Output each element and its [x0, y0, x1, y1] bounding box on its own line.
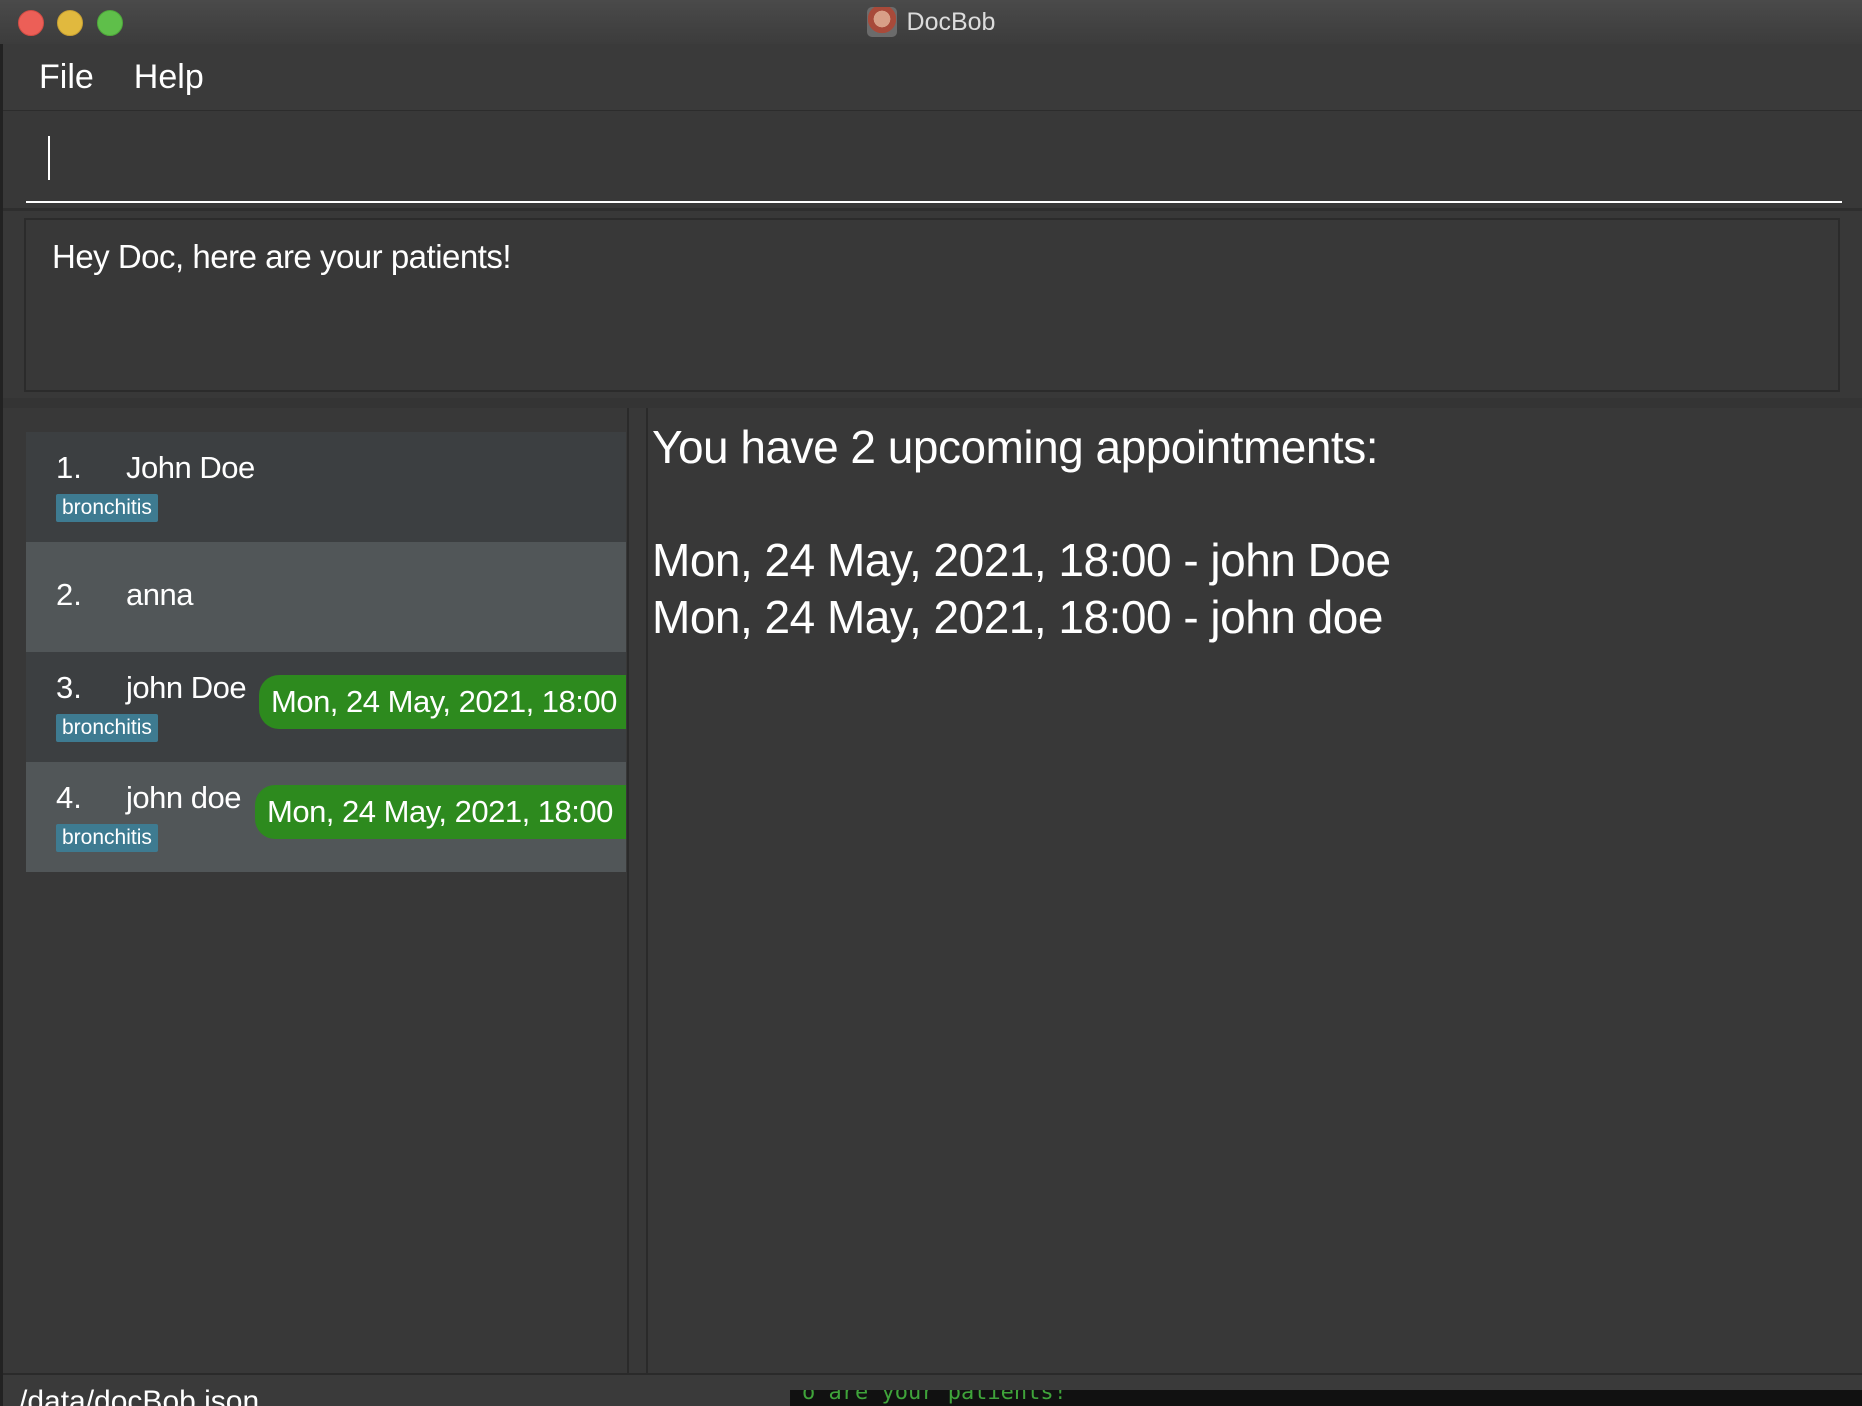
patient-tag: bronchitis [56, 824, 158, 852]
section-divider [3, 398, 1862, 408]
patient-name: john doe [126, 780, 241, 815]
appointment-line: Mon, 24 May, 2021, 18:00 - john Doe [652, 534, 1391, 586]
patient-card[interactable]: 2. anna [26, 542, 626, 652]
patient-card[interactable]: 4. john doe bronchitis Mon, 24 May, 2021… [26, 762, 626, 872]
terminal-text: o are your patients! [802, 1390, 1067, 1405]
patient-index: 1. [56, 450, 82, 485]
patient-index: 3. [56, 670, 82, 705]
patient-tag: bronchitis [56, 714, 158, 742]
window-title: DocBob [906, 7, 996, 36]
appointments-heading: You have 2 upcoming appointments: [652, 421, 1379, 473]
background-terminal: o are your patients! [790, 1390, 1862, 1406]
docbob-app-icon [866, 7, 897, 37]
appointment-badge: Mon, 24 May, 2021, 18:00 [259, 675, 626, 729]
app-window: DocBob File Help Hey Doc, here are your … [0, 0, 1862, 1406]
patient-name: john Doe [126, 670, 247, 705]
title-bar[interactable]: DocBob [0, 0, 1862, 45]
menu-bar: File Help [3, 44, 1862, 111]
patient-tag: bronchitis [56, 494, 158, 522]
patient-card[interactable]: 1. John Doe bronchitis [26, 432, 626, 542]
patient-list-panel[interactable]: 1. John Doe bronchitis 2. anna 3. john D… [3, 408, 629, 1373]
result-display: Hey Doc, here are your patients! [24, 218, 1840, 392]
patient-name: anna [126, 577, 193, 612]
window-title-wrap: DocBob [0, 0, 1862, 44]
appointments-panel: You have 2 upcoming appointments: Mon, 2… [646, 408, 1862, 1373]
result-message: Hey Doc, here are your patients! [52, 238, 512, 275]
command-box-area [3, 111, 1862, 211]
text-caret [48, 136, 50, 180]
appointment-badge: Mon, 24 May, 2021, 18:00 [255, 785, 626, 839]
patient-card[interactable]: 3. john Doe bronchitis Mon, 24 May, 2021… [26, 652, 626, 762]
patient-index: 4. [56, 780, 82, 815]
menu-file[interactable]: File [39, 58, 94, 97]
save-file-path: /data/docBob.json [19, 1385, 260, 1406]
command-input[interactable] [26, 135, 1842, 203]
patient-index: 2. [56, 577, 82, 612]
patient-name: John Doe [126, 450, 255, 485]
menu-help[interactable]: Help [134, 58, 204, 97]
appointment-line: Mon, 24 May, 2021, 18:00 - john doe [652, 591, 1383, 643]
